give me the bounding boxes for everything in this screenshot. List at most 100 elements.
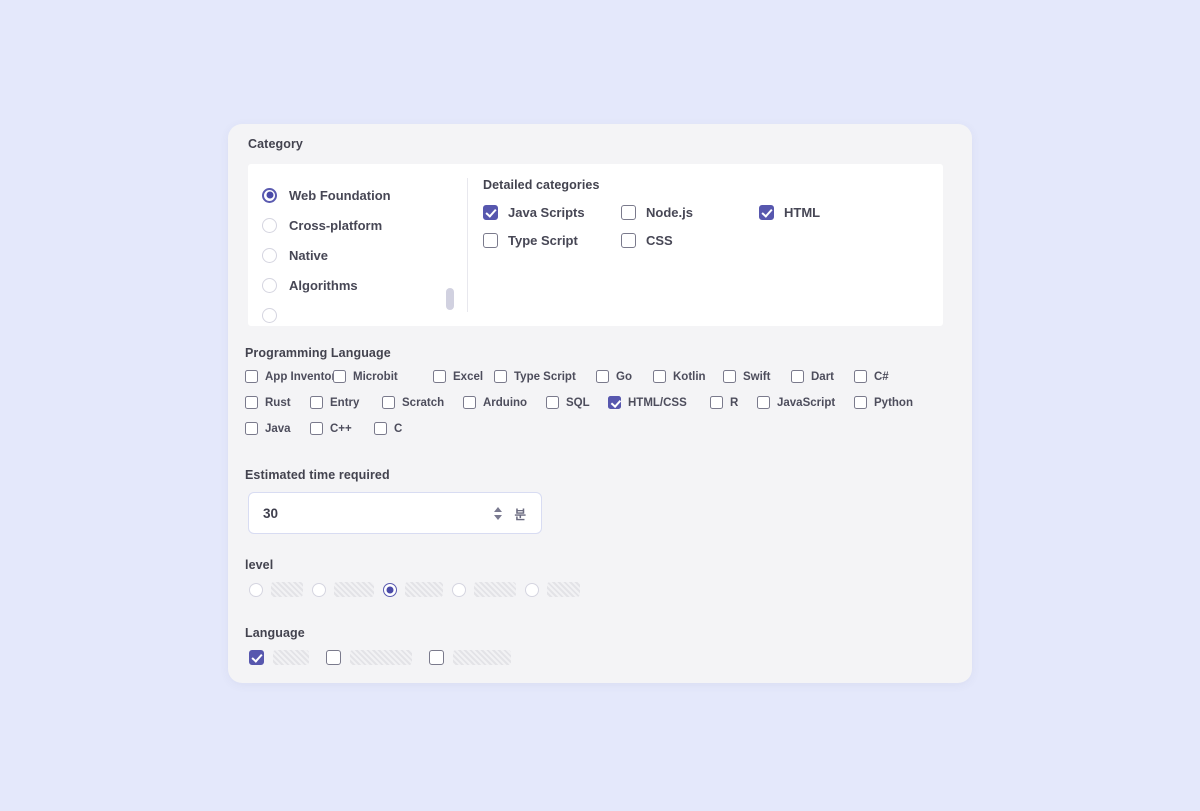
category-list-scrollbar[interactable] — [446, 288, 454, 310]
detailed-checkbox-java-scripts[interactable]: Java Scripts — [483, 205, 621, 220]
programming-language-section-title: Programming Language — [245, 346, 391, 360]
radio-icon[interactable] — [525, 582, 539, 597]
language-checkbox-kotlin[interactable]: Kotlin — [653, 370, 706, 383]
checkbox-icon[interactable] — [494, 370, 507, 383]
number-stepper-icon[interactable] — [490, 502, 506, 524]
language-checkbox-python[interactable]: Python — [854, 396, 913, 409]
checkbox-icon[interactable] — [463, 396, 476, 409]
checkbox-icon[interactable] — [759, 205, 774, 220]
checkbox-icon[interactable] — [546, 396, 559, 409]
category-option-label: Web Foundation — [289, 187, 391, 203]
language-checkbox-dart[interactable]: Dart — [791, 370, 834, 383]
language-checkbox-excel[interactable]: Excel — [433, 370, 483, 383]
checkbox-icon[interactable] — [854, 396, 867, 409]
language-checkbox-r[interactable]: R — [710, 396, 738, 409]
programming-language-options: App Inventor Microbit Excel Type Script Go Ko… — [245, 370, 957, 448]
checkbox-icon[interactable] — [483, 205, 498, 220]
checkbox-icon[interactable] — [433, 370, 446, 383]
category-option-label: Cross-platform — [289, 217, 383, 233]
checkbox-icon[interactable] — [382, 396, 395, 409]
checkbox-icon[interactable] — [710, 396, 723, 409]
radio-icon[interactable] — [262, 277, 277, 293]
language-option-2[interactable] — [429, 650, 511, 665]
checkbox-icon[interactable] — [596, 370, 609, 383]
language-checkbox-c[interactable]: C — [374, 422, 402, 435]
language-checkbox-entry[interactable]: Entry — [310, 396, 359, 409]
language-checkbox-swift[interactable]: Swift — [723, 370, 770, 383]
level-option-2[interactable] — [383, 582, 443, 597]
radio-icon[interactable] — [262, 247, 277, 263]
radio-icon[interactable] — [262, 187, 277, 203]
language-checkbox-rust[interactable]: Rust — [245, 396, 291, 409]
language-checkbox-arduino[interactable]: Arduino — [463, 396, 527, 409]
checkbox-icon[interactable] — [245, 370, 258, 383]
language-checkbox-type-script[interactable]: Type Script — [494, 370, 576, 383]
language-option-0[interactable] — [249, 650, 309, 665]
checkbox-icon[interactable] — [653, 370, 666, 383]
stepper-down-icon[interactable] — [494, 514, 503, 520]
category-option-partial[interactable] — [262, 305, 277, 325]
checkbox-icon[interactable] — [483, 233, 498, 248]
radio-icon[interactable] — [452, 582, 466, 597]
checkbox-icon[interactable] — [791, 370, 804, 383]
language-checkbox-scratch[interactable]: Scratch — [382, 396, 444, 409]
checkbox-icon[interactable] — [621, 205, 636, 220]
checkbox-label: JavaScript — [777, 396, 836, 409]
detailed-checkbox-html[interactable]: HTML — [759, 205, 909, 220]
category-option-3[interactable]: Algorithms — [262, 275, 358, 295]
language-checkbox-html-css[interactable]: HTML/CSS — [608, 396, 687, 409]
level-section-title: level — [245, 558, 274, 572]
language-checkbox-go[interactable]: Go — [596, 370, 632, 383]
checkbox-icon[interactable] — [429, 650, 444, 665]
checkbox-label: Go — [616, 370, 632, 383]
radio-icon[interactable] — [383, 582, 397, 597]
checkbox-icon[interactable] — [723, 370, 736, 383]
category-option-1[interactable]: Cross-platform — [262, 215, 382, 235]
estimated-time-unit: 분 — [514, 507, 526, 522]
estimated-time-field[interactable]: 30 분 — [248, 492, 542, 534]
language-checkbox-sql[interactable]: SQL — [546, 396, 590, 409]
language-section-title: Language — [245, 626, 305, 640]
programming-language-row: App Inventor Microbit Excel Type Script Go Ko… — [245, 370, 957, 396]
checkbox-icon[interactable] — [333, 370, 346, 383]
checkbox-icon[interactable] — [854, 370, 867, 383]
checkbox-icon[interactable] — [245, 422, 258, 435]
checkbox-label: Type Script — [514, 370, 576, 383]
language-checkbox-app-inventor[interactable]: App Inventor — [245, 370, 336, 383]
language-option-1[interactable] — [326, 650, 412, 665]
language-checkbox-c-[interactable]: C++ — [310, 422, 352, 435]
level-option-1[interactable] — [312, 582, 374, 597]
category-option-2[interactable]: Native — [262, 245, 328, 265]
checkbox-icon[interactable] — [757, 396, 770, 409]
category-options-list[interactable]: Web Foundation Cross-platform Native Alg… — [248, 164, 468, 326]
page-root: Category Web Foundation Cross-platform N… — [0, 0, 1200, 811]
language-checkbox-c-[interactable]: C# — [854, 370, 889, 383]
checkbox-icon[interactable] — [374, 422, 387, 435]
checkbox-icon[interactable] — [326, 650, 341, 665]
checkbox-label: Scratch — [402, 396, 445, 409]
category-option-0[interactable]: Web Foundation — [262, 185, 391, 205]
checkbox-icon[interactable] — [249, 650, 264, 665]
checkbox-icon[interactable] — [621, 233, 636, 248]
detailed-checkbox-type-script[interactable]: Type Script — [483, 233, 621, 248]
checkbox-icon[interactable] — [608, 396, 621, 409]
level-option-4[interactable] — [525, 582, 580, 597]
language-checkbox-java[interactable]: Java — [245, 422, 291, 435]
radio-icon[interactable] — [262, 217, 277, 233]
checkbox-icon[interactable] — [310, 422, 323, 435]
category-option-label: Algorithms — [289, 277, 358, 293]
level-option-0[interactable] — [249, 582, 303, 597]
language-checkbox-microbit[interactable]: Microbit — [333, 370, 398, 383]
estimated-time-input[interactable]: 30 — [263, 506, 490, 521]
radio-icon[interactable] — [262, 307, 277, 323]
level-option-3[interactable] — [452, 582, 516, 597]
language-checkbox-javascript[interactable]: JavaScript — [757, 396, 835, 409]
detailed-checkbox-css[interactable]: CSS — [621, 233, 759, 248]
radio-icon[interactable] — [312, 582, 326, 597]
radio-icon[interactable] — [249, 582, 263, 597]
checkbox-icon[interactable] — [245, 396, 258, 409]
stepper-up-icon[interactable] — [494, 506, 503, 512]
checkbox-icon[interactable] — [310, 396, 323, 409]
detailed-checkbox-nodejs[interactable]: Node.js — [621, 205, 759, 220]
checkbox-label: Java — [265, 422, 291, 435]
